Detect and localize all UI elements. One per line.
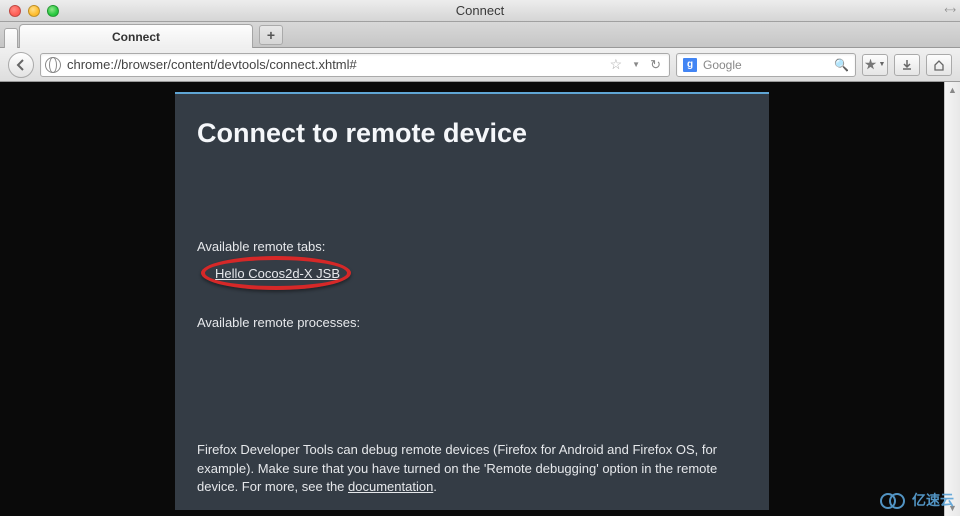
- info-text-part2: .: [433, 479, 437, 494]
- vertical-scrollbar[interactable]: ▲ ▼: [944, 82, 960, 516]
- scroll-down-arrow-icon[interactable]: ▼: [945, 500, 960, 516]
- bookmark-star-icon[interactable]: ☆: [610, 56, 623, 73]
- content-viewport: Connect to remote device Available remot…: [0, 82, 944, 516]
- info-text: Firefox Developer Tools can debug remote…: [197, 441, 747, 496]
- info-text-part1: Firefox Developer Tools can debug remote…: [197, 442, 717, 493]
- star-icon: [865, 59, 877, 71]
- download-arrow-icon: [901, 59, 913, 71]
- tab-list-button[interactable]: [4, 28, 18, 48]
- available-processes-label: Available remote processes:: [197, 315, 747, 330]
- search-engine-icon: g: [683, 58, 697, 72]
- reload-icon[interactable]: ↻: [650, 57, 661, 73]
- dropdown-caret-icon: ▼: [879, 61, 886, 68]
- remote-tab-link[interactable]: Hello Cocos2d-X JSB: [215, 266, 340, 281]
- search-magnifier-icon[interactable]: 🔍: [834, 58, 849, 72]
- home-button[interactable]: [926, 54, 952, 76]
- remote-tab-link-text: Hello Cocos2d-X JSB: [215, 266, 340, 281]
- home-icon: [933, 59, 945, 71]
- url-text: chrome://browser/content/devtools/connec…: [67, 57, 357, 72]
- tab-title: Connect: [112, 30, 160, 44]
- fullscreen-icon[interactable]: ⤢: [942, 3, 957, 18]
- zoom-window-button[interactable]: [47, 5, 59, 17]
- browser-tab-active[interactable]: Connect: [19, 24, 253, 48]
- navigation-toolbar: chrome://browser/content/devtools/connec…: [0, 48, 960, 82]
- close-window-button[interactable]: [9, 5, 21, 17]
- window-title: Connect: [0, 3, 960, 18]
- urlbar-actions: ☆ ▼ ↻: [610, 56, 665, 73]
- scroll-up-arrow-icon[interactable]: ▲: [945, 82, 960, 98]
- search-bar[interactable]: g Google 🔍: [676, 53, 856, 77]
- documentation-link[interactable]: documentation: [348, 479, 433, 494]
- tab-bar: Connect +: [0, 22, 960, 48]
- minimize-window-button[interactable]: [28, 5, 40, 17]
- globe-icon: [45, 57, 61, 73]
- url-bar[interactable]: chrome://browser/content/devtools/connec…: [40, 53, 670, 77]
- connect-panel: Connect to remote device Available remot…: [175, 92, 769, 510]
- url-dropdown-icon[interactable]: ▼: [632, 60, 640, 69]
- new-tab-button[interactable]: +: [259, 25, 283, 45]
- available-tabs-label: Available remote tabs:: [197, 239, 747, 254]
- back-button[interactable]: [8, 52, 34, 78]
- window-titlebar: Connect ⤢: [0, 0, 960, 22]
- content-area: Connect to remote device Available remot…: [0, 82, 960, 516]
- traffic-lights: [0, 5, 59, 17]
- bookmark-button[interactable]: ▼: [862, 54, 888, 76]
- back-arrow-icon: [15, 59, 27, 71]
- search-placeholder: Google: [703, 58, 742, 72]
- page-title: Connect to remote device: [197, 118, 747, 149]
- downloads-button[interactable]: [894, 54, 920, 76]
